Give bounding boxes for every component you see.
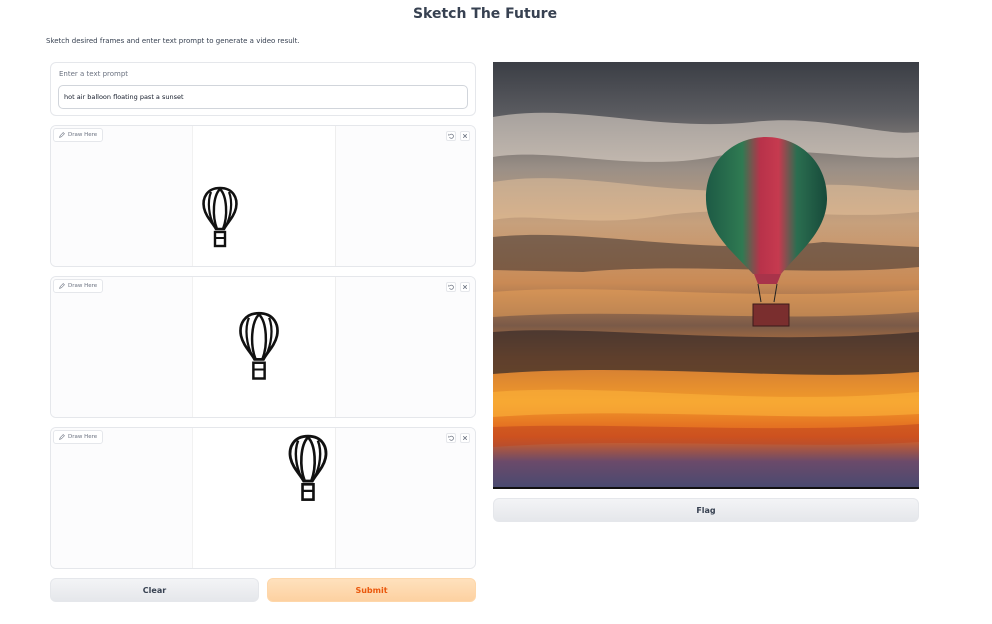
flag-button[interactable]: Flag xyxy=(493,498,919,522)
canvas-background xyxy=(334,126,475,266)
pencil-icon xyxy=(59,434,65,440)
page-description: Sketch desired frames and enter text pro… xyxy=(46,37,300,45)
undo-icon xyxy=(448,133,454,139)
sketch-canvas-3[interactable]: Draw Here xyxy=(50,427,476,569)
canvas-background xyxy=(334,428,475,568)
clear-canvas-button[interactable] xyxy=(460,282,470,292)
draw-here-tag: Draw Here xyxy=(53,430,104,444)
undo-button[interactable] xyxy=(446,282,456,292)
clear-canvas-button[interactable] xyxy=(460,131,470,141)
undo-icon xyxy=(448,435,454,441)
clear-button[interactable]: Clear xyxy=(50,578,259,602)
draw-here-tag: Draw Here xyxy=(53,279,104,293)
balloon-sketch xyxy=(239,311,279,380)
balloon-sketch xyxy=(202,186,238,248)
clear-canvas-button[interactable] xyxy=(460,433,470,443)
prompt-label: Enter a text prompt xyxy=(59,70,129,78)
draw-here-label: Draw Here xyxy=(68,132,98,138)
undo-button[interactable] xyxy=(446,433,456,443)
submit-button[interactable]: Submit xyxy=(267,578,476,602)
prompt-input[interactable] xyxy=(58,85,468,109)
canvas-background xyxy=(334,277,475,417)
balloon-sketch xyxy=(288,434,328,501)
undo-icon xyxy=(448,284,454,290)
page-title: Sketch The Future xyxy=(412,6,558,22)
close-icon xyxy=(462,435,468,441)
pencil-icon xyxy=(59,132,65,138)
draw-here-tag: Draw Here xyxy=(53,128,104,142)
canvas-background xyxy=(51,277,192,417)
close-icon xyxy=(462,284,468,290)
canvas-background xyxy=(51,428,192,568)
pencil-icon xyxy=(59,283,65,289)
undo-button[interactable] xyxy=(446,131,456,141)
sketch-canvas-1[interactable]: Draw Here xyxy=(50,125,476,267)
prompt-panel: Enter a text prompt xyxy=(50,62,476,116)
sunset-balloon-image xyxy=(493,62,919,487)
close-icon xyxy=(462,133,468,139)
canvas-background xyxy=(51,126,192,266)
sketch-canvas-2[interactable]: Draw Here xyxy=(50,276,476,418)
result-image xyxy=(493,62,919,489)
draw-here-label: Draw Here xyxy=(68,283,98,289)
draw-here-label: Draw Here xyxy=(68,434,98,440)
